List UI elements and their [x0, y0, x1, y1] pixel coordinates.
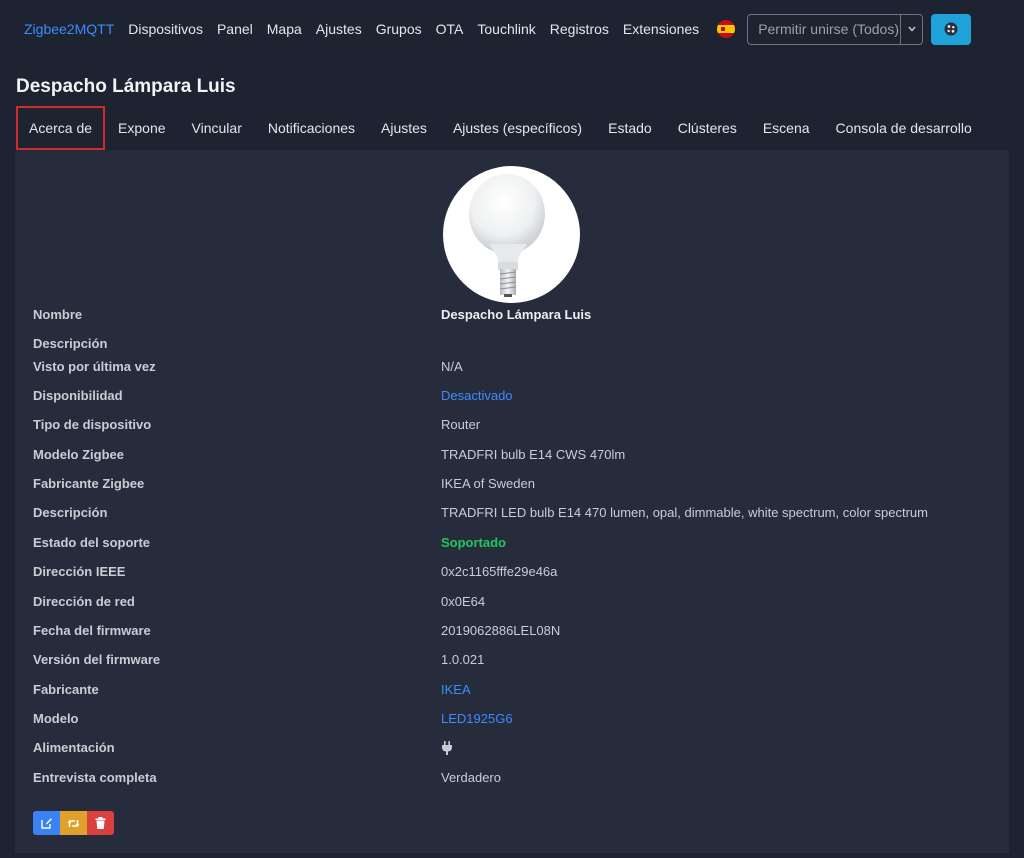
brand-link[interactable]: Zigbee2MQTT: [24, 21, 114, 37]
spain-flag-icon[interactable]: [717, 20, 736, 38]
tab-settings-specific[interactable]: Ajustes (específicos): [440, 106, 595, 150]
tab-clusters[interactable]: Clústeres: [665, 106, 750, 150]
value-availability-link[interactable]: Desactivado: [441, 388, 513, 403]
row-device-type: Tipo de dispositivo Router: [15, 413, 1009, 435]
value-model-link[interactable]: LED1925G6: [441, 711, 513, 726]
permit-join-button[interactable]: Permitir unirse (Todos): [747, 13, 902, 45]
row-support-status: Estado del soporte Soportado: [15, 531, 1009, 553]
delete-button[interactable]: [87, 811, 114, 835]
theme-toggle-icon: [944, 22, 958, 36]
row-model: Modelo LED1925G6: [15, 707, 1009, 729]
row-zigbee-manufacturer: Fabricante Zigbee IKEA of Sweden: [15, 472, 1009, 494]
label-name: Nombre: [33, 306, 83, 322]
device-image: [443, 166, 580, 303]
value-zigbee-model: TRADFRI bulb E14 CWS 470lm: [441, 446, 626, 462]
label-manufacturer: Fabricante: [33, 681, 99, 697]
row-interview-completed: Entrevista completa Verdadero: [15, 766, 1009, 788]
nav-link-dashboard[interactable]: Panel: [217, 21, 253, 37]
device-info-card: Nombre Despacho Lámpara Luis Descripción…: [15, 150, 1009, 853]
value-network-address: 0x0E64: [441, 593, 486, 609]
nav-link-settings[interactable]: Ajustes: [316, 21, 362, 37]
label-availability: Disponibilidad: [33, 387, 123, 403]
value-support-status: Soportado: [441, 534, 506, 550]
row-power: Alimentación: [15, 736, 1009, 758]
device-actions: [33, 811, 114, 835]
reconfigure-button[interactable]: [60, 811, 87, 835]
row-last-seen: Visto por última vez N/A: [15, 355, 1009, 377]
value-firmware-version: 1.0.021: [441, 651, 485, 667]
trash-icon: [95, 817, 106, 829]
row-firmware-date: Fecha del firmware 2019062886LEL08N: [15, 619, 1009, 641]
label-last-seen: Visto por última vez: [33, 358, 156, 374]
row-ieee-address: Dirección IEEE 0x2c1165fffe29e46a: [15, 560, 1009, 582]
tab-state[interactable]: Estado: [595, 106, 665, 150]
page-title: Despacho Lámpara Luis: [16, 76, 236, 97]
value-interview-completed: Verdadero: [441, 769, 501, 785]
row-manufacturer: Fabricante IKEA: [15, 678, 1009, 700]
label-interview-completed: Entrevista completa: [33, 769, 157, 785]
row-firmware-version: Versión del firmware 1.0.021: [15, 648, 1009, 670]
label-network-address: Dirección de red: [33, 593, 135, 609]
tab-dev-console[interactable]: Consola de desarrollo: [823, 106, 985, 150]
row-zigbee-model: Modelo Zigbee TRADFRI bulb E14 CWS 470lm: [15, 443, 1009, 465]
row-network-address: Dirección de red 0x0E64: [15, 590, 1009, 612]
label-description: Descripción: [33, 335, 108, 351]
plug-icon: [442, 740, 452, 755]
nav-link-map[interactable]: Mapa: [267, 21, 302, 37]
label-firmware-date: Fecha del firmware: [33, 622, 151, 638]
nav-link-groups[interactable]: Grupos: [376, 21, 422, 37]
value-description-2: TRADFRI LED bulb E14 470 lumen, opal, di…: [441, 504, 928, 520]
value-ieee-address: 0x2c1165fffe29e46a: [441, 563, 558, 579]
device-tabs: Acerca de Expone Vincular Notificaciones…: [16, 106, 985, 150]
label-zigbee-model: Modelo Zigbee: [33, 446, 124, 462]
theme-toggle-button[interactable]: [931, 13, 972, 45]
retweet-icon: [67, 819, 80, 827]
permit-join-group: Permitir unirse (Todos): [747, 13, 924, 45]
value-last-seen: N/A: [441, 358, 463, 374]
row-description-1: Descripción: [15, 332, 1009, 354]
row-availability: Disponibilidad Desactivado: [15, 384, 1009, 406]
row-name: Nombre Despacho Lámpara Luis: [15, 303, 1009, 325]
value-manufacturer-link[interactable]: IKEA: [441, 682, 471, 697]
top-navbar: Zigbee2MQTT Dispositivos Panel Mapa Ajus…: [0, 0, 1024, 58]
tab-about[interactable]: Acerca de: [16, 106, 106, 150]
nav-link-logs[interactable]: Registros: [550, 21, 609, 37]
nav-link-touchlink[interactable]: Touchlink: [477, 21, 535, 37]
nav-link-ota[interactable]: OTA: [436, 21, 464, 37]
label-zigbee-manufacturer: Fabricante Zigbee: [33, 475, 145, 491]
label-model: Modelo: [33, 710, 79, 726]
label-description-2: Descripción: [33, 504, 108, 520]
edit-button[interactable]: [33, 811, 60, 835]
label-device-type: Tipo de dispositivo: [33, 416, 152, 432]
value-zigbee-manufacturer: IKEA of Sweden: [441, 475, 535, 491]
label-ieee-address: Dirección IEEE: [33, 563, 126, 579]
value-name: Despacho Lámpara Luis: [441, 306, 592, 322]
tab-scene[interactable]: Escena: [750, 106, 823, 150]
row-description-2: Descripción TRADFRI LED bulb E14 470 lum…: [15, 501, 1009, 523]
label-support-status: Estado del soporte: [33, 534, 151, 550]
value-device-type: Router: [441, 416, 481, 432]
chevron-down-icon[interactable]: [901, 13, 924, 45]
tab-reporting[interactable]: Notificaciones: [255, 106, 368, 150]
nav-link-devices[interactable]: Dispositivos: [128, 21, 203, 37]
label-firmware-version: Versión del firmware: [33, 651, 161, 667]
edit-icon: [40, 818, 52, 829]
tab-settings[interactable]: Ajustes: [368, 106, 440, 150]
label-power: Alimentación: [33, 739, 115, 755]
bulb-image: [469, 174, 545, 297]
value-firmware-date: 2019062886LEL08N: [441, 622, 561, 638]
nav-link-extensions[interactable]: Extensiones: [623, 21, 699, 37]
tab-bind[interactable]: Vincular: [179, 106, 255, 150]
value-power: [441, 739, 453, 755]
tab-exposes[interactable]: Expone: [105, 106, 178, 150]
